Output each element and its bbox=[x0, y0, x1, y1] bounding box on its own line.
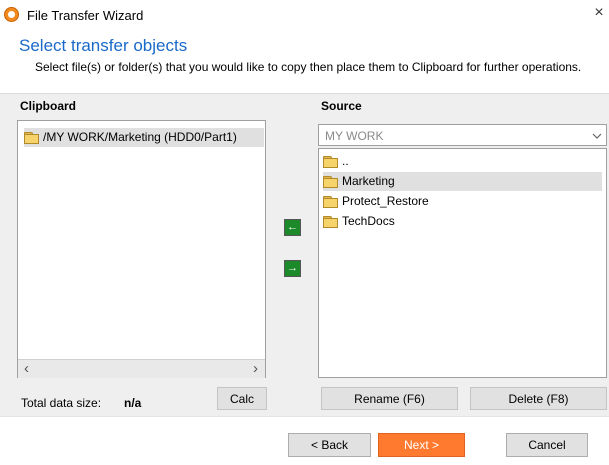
list-item-label: TechDocs bbox=[342, 214, 395, 229]
move-to-source-button[interactable]: → bbox=[284, 260, 301, 277]
calc-button[interactable]: Calc bbox=[217, 387, 267, 410]
arrow-left-icon: ← bbox=[287, 221, 298, 233]
list-item[interactable]: TechDocs bbox=[323, 212, 395, 231]
footer-divider bbox=[0, 416, 609, 417]
page-description: Select file(s) or folder(s) that you wou… bbox=[35, 60, 582, 74]
arrow-right-icon: → bbox=[287, 262, 298, 274]
app-logo-icon bbox=[4, 7, 19, 22]
total-size-label: Total data size: bbox=[21, 396, 102, 410]
title-bar: File Transfer Wizard × bbox=[0, 0, 609, 30]
total-size-value: n/a bbox=[124, 396, 142, 410]
list-item-label: Protect_Restore bbox=[342, 194, 429, 209]
source-location-value: MY WORK bbox=[325, 129, 384, 143]
folder-icon bbox=[323, 195, 338, 208]
scroll-right-icon[interactable]: › bbox=[253, 360, 258, 377]
back-button[interactable]: < Back bbox=[288, 433, 371, 457]
list-item-label: Marketing bbox=[342, 174, 395, 189]
list-item[interactable]: Protect_Restore bbox=[323, 192, 429, 211]
folder-icon bbox=[24, 131, 39, 144]
clipboard-item-label: /MY WORK/Marketing (HDD0/Part1) bbox=[43, 130, 237, 145]
scroll-left-icon[interactable]: ‹ bbox=[24, 360, 29, 377]
list-item[interactable]: Marketing bbox=[323, 172, 602, 191]
window-title: File Transfer Wizard bbox=[27, 8, 144, 23]
clipboard-list[interactable]: /MY WORK/Marketing (HDD0/Part1) ‹ › bbox=[17, 120, 266, 378]
delete-button[interactable]: Delete (F8) bbox=[470, 387, 607, 410]
source-label: Source bbox=[321, 99, 362, 113]
folder-icon bbox=[323, 175, 338, 188]
move-to-clipboard-button[interactable]: ← bbox=[284, 219, 301, 236]
folder-icon bbox=[323, 155, 338, 168]
page-title: Select transfer objects bbox=[19, 36, 188, 55]
folder-icon bbox=[323, 215, 338, 228]
cancel-button[interactable]: Cancel bbox=[506, 433, 588, 457]
rename-button[interactable]: Rename (F6) bbox=[321, 387, 458, 410]
source-location-select[interactable]: MY WORK bbox=[318, 124, 607, 146]
horizontal-scrollbar[interactable]: ‹ › bbox=[18, 359, 265, 378]
clipboard-item[interactable]: /MY WORK/Marketing (HDD0/Part1) bbox=[24, 128, 264, 147]
source-list[interactable]: .. Marketing Protect_Restore TechDocs bbox=[318, 148, 607, 378]
close-icon[interactable]: × bbox=[591, 4, 607, 22]
list-item[interactable]: .. bbox=[323, 152, 349, 171]
chevron-down-icon bbox=[592, 133, 602, 139]
next-button[interactable]: Next > bbox=[378, 433, 465, 457]
list-item-label: .. bbox=[342, 154, 349, 169]
clipboard-label: Clipboard bbox=[20, 99, 76, 113]
